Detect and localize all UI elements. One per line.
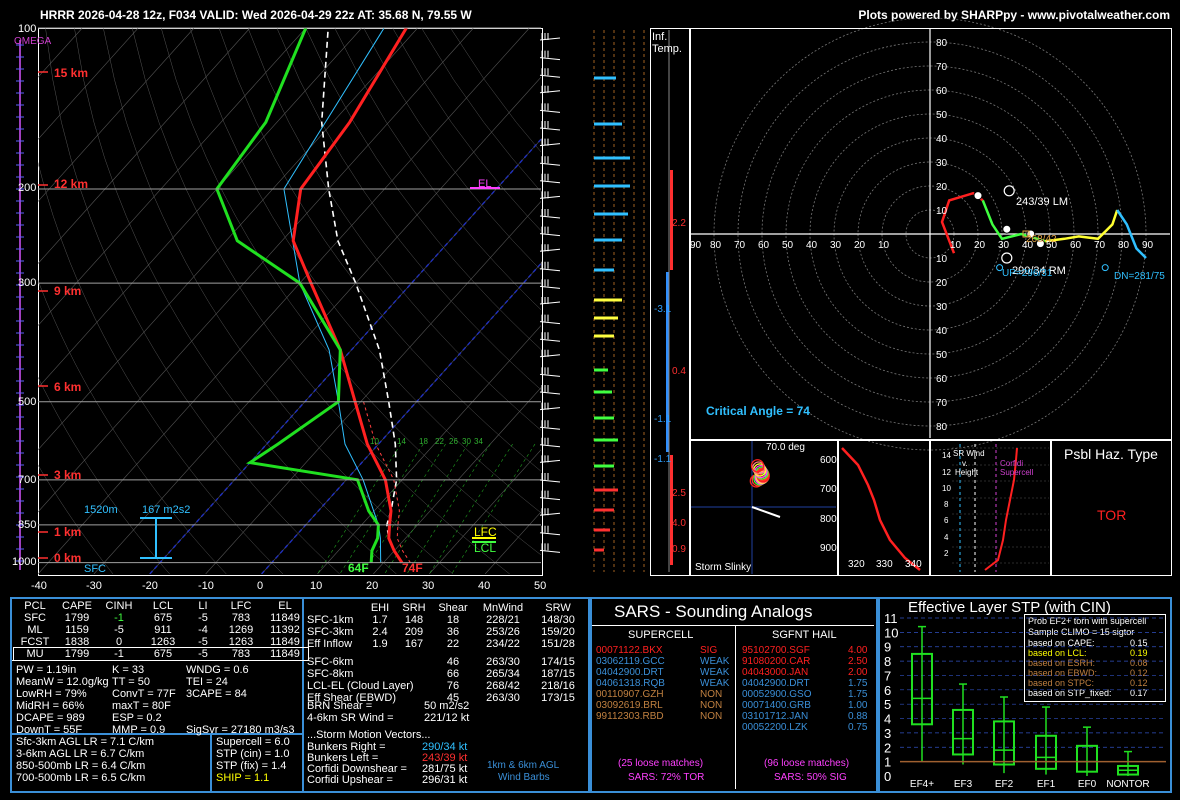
- stp-ytick: 6: [884, 683, 891, 698]
- stp-chart: 11109876543210EF4+ EF3 EF2 EF1 EF0 NONTOR: [884, 611, 1166, 790]
- stp-ytick: 2: [884, 740, 891, 755]
- stp-ytick: 4: [884, 712, 891, 727]
- stp-ytick: 10: [884, 625, 898, 640]
- stp-ytick: 3: [884, 726, 891, 741]
- stp-ytick: 0: [884, 769, 891, 784]
- stp-ytick: 8: [884, 654, 891, 669]
- stp-category-label: EF3: [954, 779, 973, 790]
- stp-category-label: EF0: [1078, 779, 1097, 790]
- stp-category-label: EF4+: [910, 779, 934, 790]
- stp-ytick: 5: [884, 697, 891, 712]
- stp-ytick: 11: [884, 611, 898, 626]
- stp-category-label: NONTOR: [1106, 779, 1149, 790]
- stp-category-label: EF2: [995, 779, 1014, 790]
- stp-category-label: EF1: [1037, 779, 1056, 790]
- stp-ytick: 1: [884, 755, 891, 770]
- stp-ytick: 7: [884, 668, 891, 683]
- stp-ytick: 9: [884, 640, 891, 655]
